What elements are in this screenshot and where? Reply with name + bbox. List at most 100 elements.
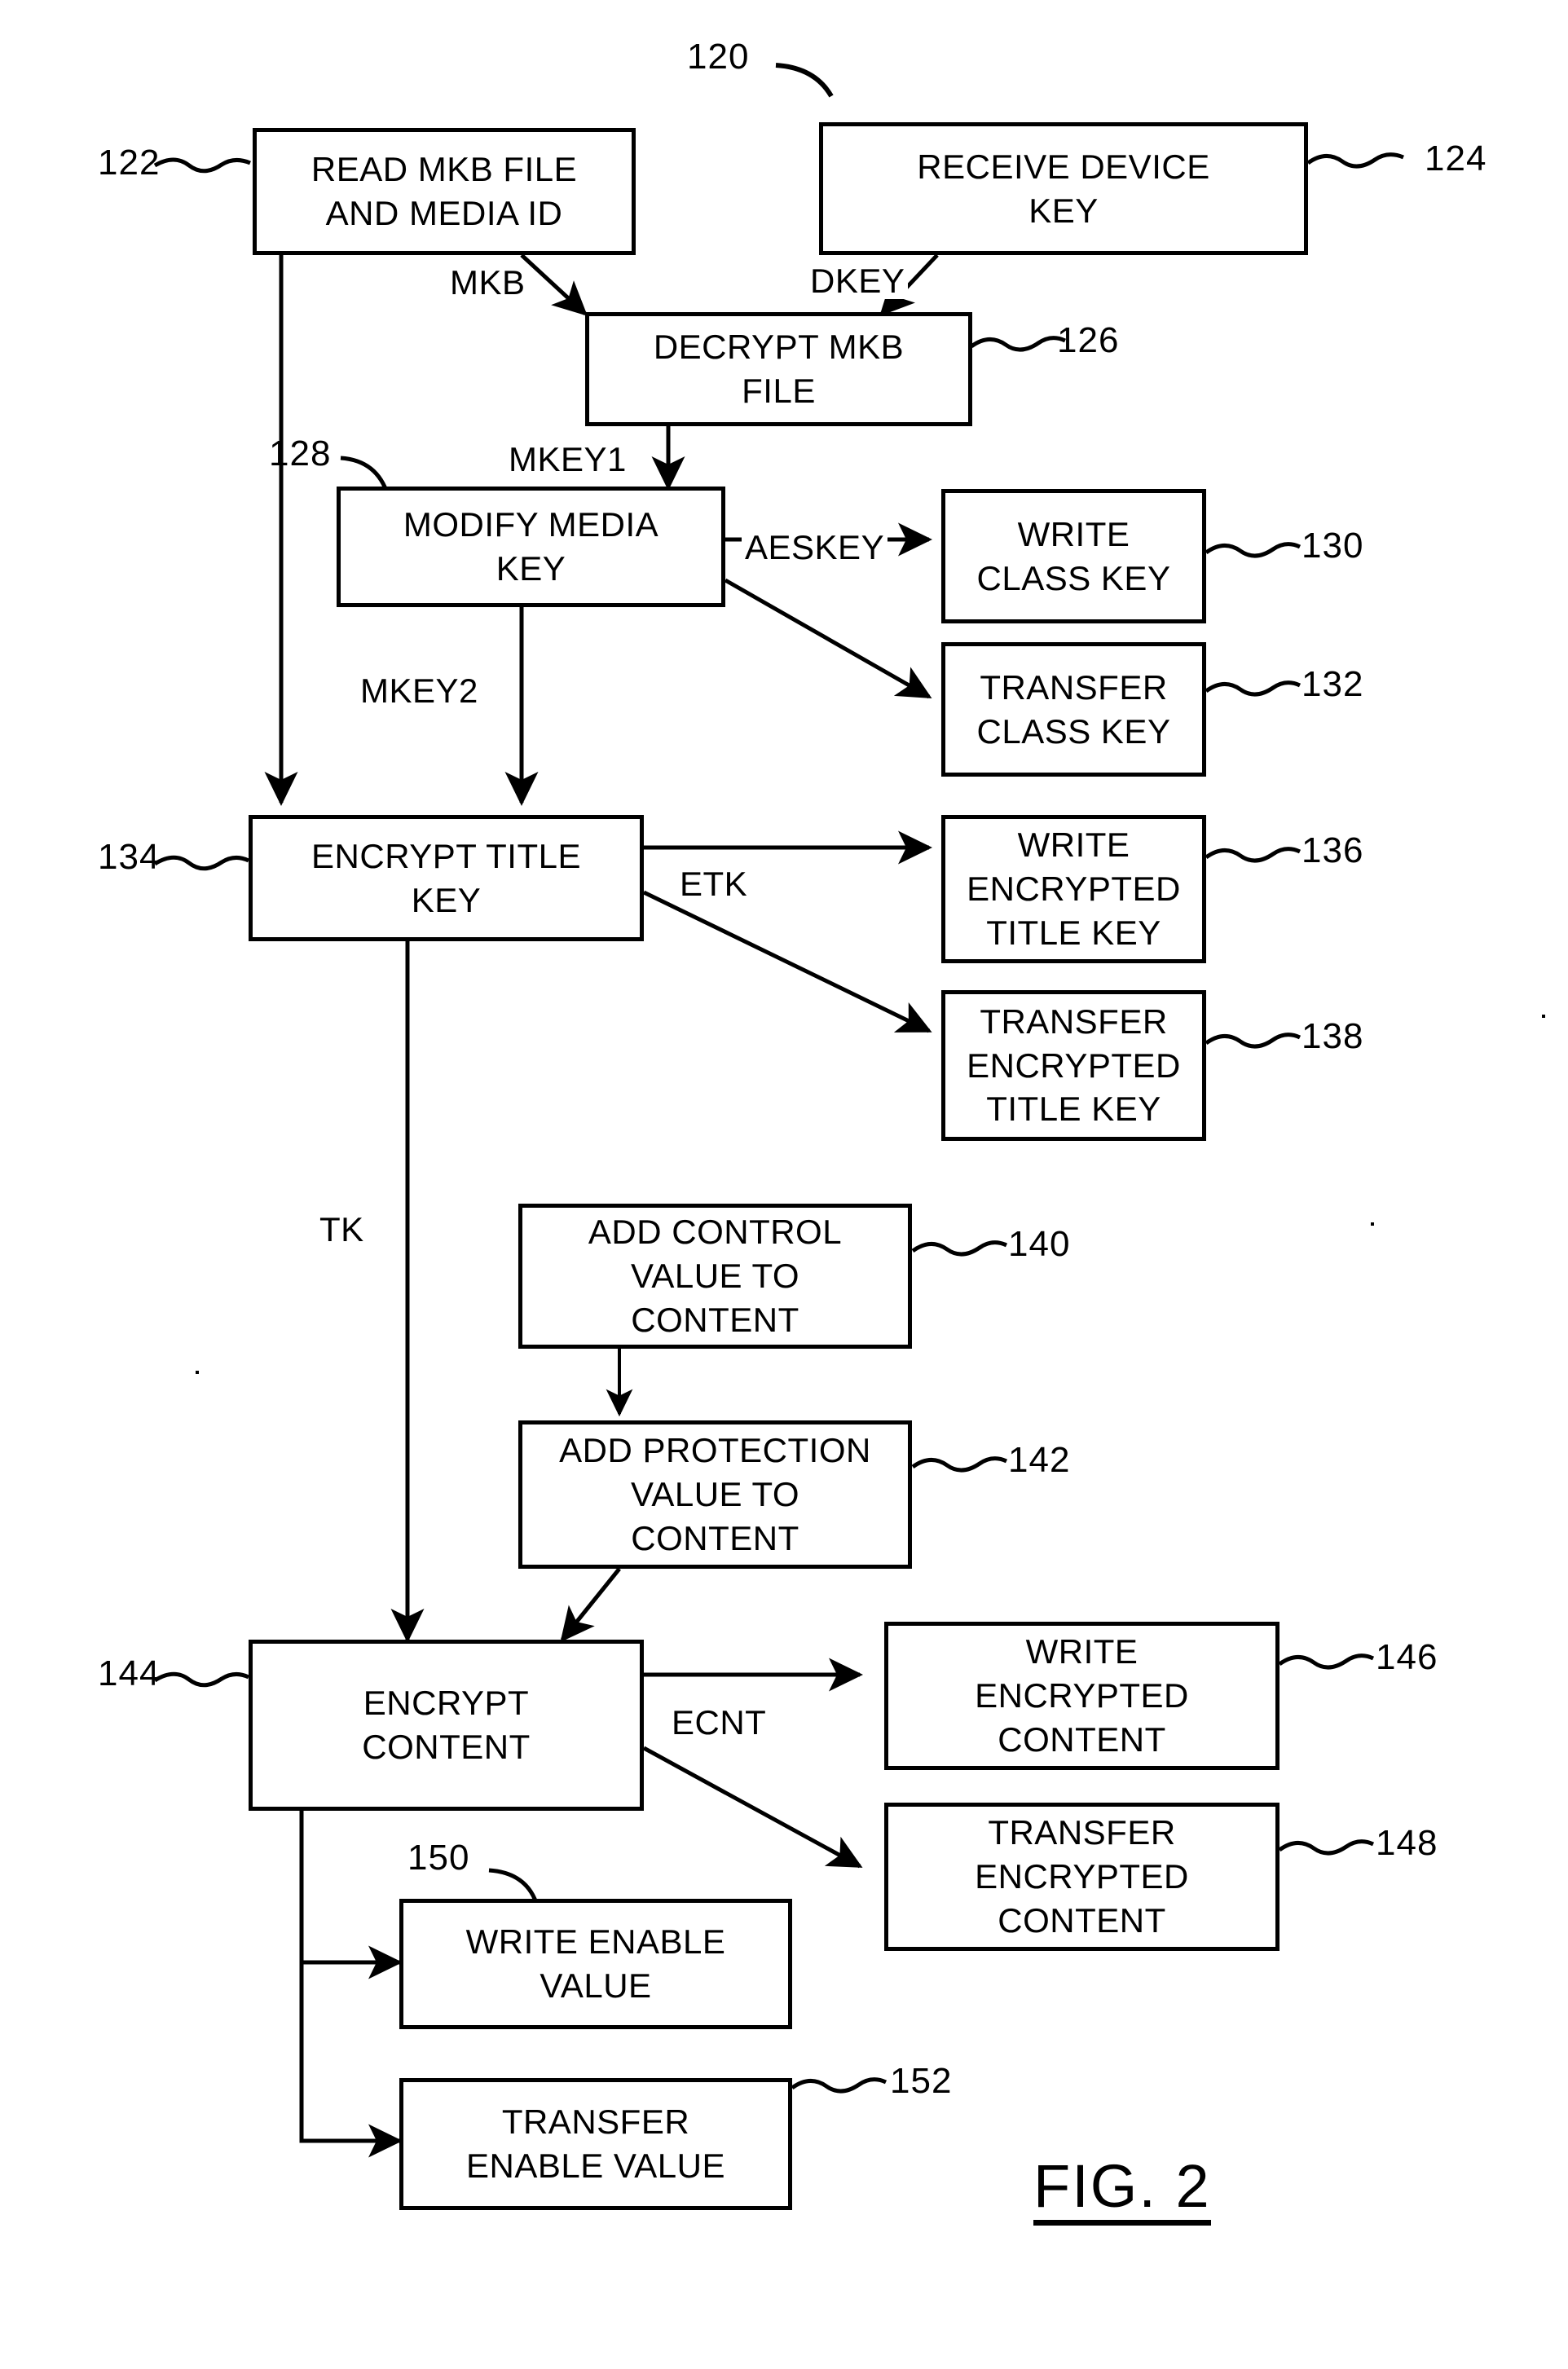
ref-numeral-146: 146 <box>1376 1637 1438 1677</box>
node-140-line3: CONTENT <box>631 1300 799 1339</box>
edge-144-150 <box>299 1811 403 1979</box>
edge-label-mkey2: MKEY2 <box>357 673 482 709</box>
node-136-line1: WRITE <box>1017 826 1130 865</box>
node-124-line1: RECEIVE DEVICE <box>917 147 1210 186</box>
node-136-line2: ENCRYPTED <box>967 870 1181 909</box>
node-152-line1: TRANSFER <box>501 2103 690 2142</box>
node-transfer-enable-value[interactable]: TRANSFER ENABLE VALUE <box>399 2078 792 2210</box>
ref-numeral-126: 126 <box>1057 320 1120 360</box>
lead-line-120 <box>775 63 834 98</box>
lead-line-126 <box>970 336 1067 352</box>
node-146-line3: CONTENT <box>998 1720 1166 1759</box>
node-130-line2: CLASS KEY <box>976 558 1171 597</box>
node-134-line1: ENCRYPT TITLE <box>311 836 581 875</box>
node-write-class-key[interactable]: WRITE CLASS KEY <box>941 489 1206 623</box>
node-140-line2: VALUE TO <box>630 1257 800 1296</box>
lead-line-134 <box>153 855 250 871</box>
lead-line-152 <box>791 2077 888 2094</box>
edge-label-ecnt: ECNT <box>668 1705 770 1741</box>
edge-128-132 <box>724 578 932 699</box>
edge-label-etk: ETK <box>676 866 751 902</box>
lead-line-144 <box>153 1671 250 1688</box>
edge-label-dkey: DKEY <box>807 263 909 299</box>
node-144-line1: ENCRYPT <box>363 1684 530 1723</box>
lead-line-122 <box>153 157 251 174</box>
node-150-line1: WRITE ENABLE <box>465 1922 726 1962</box>
node-read-mkb-file-and-media-id[interactable]: READ MKB FILE AND MEDIA ID <box>253 128 636 255</box>
scan-speck <box>1542 1015 1545 1018</box>
node-146-line2: ENCRYPTED <box>975 1676 1189 1715</box>
edge-label-mkb: MKB <box>447 265 529 301</box>
node-144-line2: CONTENT <box>362 1728 531 1766</box>
ref-numeral-124: 124 <box>1425 139 1487 178</box>
node-146-line1: WRITE <box>1025 1632 1139 1671</box>
lead-line-130 <box>1205 542 1302 558</box>
ref-numeral-132: 132 <box>1302 664 1364 704</box>
edge-label-aeskey: AESKEY <box>742 530 888 566</box>
node-148-line2: ENCRYPTED <box>975 1857 1189 1896</box>
node-add-control-value-to-content[interactable]: ADD CONTROL VALUE TO CONTENT <box>518 1204 912 1349</box>
node-add-protection-value-to-content[interactable]: ADD PROTECTION VALUE TO CONTENT <box>518 1420 912 1569</box>
node-encrypt-content[interactable]: ENCRYPT CONTENT <box>249 1640 644 1811</box>
patent-figure-page: READ MKB FILE AND MEDIA ID RECEIVE DEVIC… <box>0 0 1568 2369</box>
node-138-line3: TITLE KEY <box>986 1090 1161 1129</box>
node-130-line1: WRITE <box>1017 514 1130 553</box>
ref-numeral-128: 128 <box>269 434 332 473</box>
node-encrypt-title-key[interactable]: ENCRYPT TITLE KEY <box>249 815 644 941</box>
node-150-line2: VALUE <box>540 1966 652 2005</box>
edge-122-126 <box>520 253 588 316</box>
ref-numeral-148: 148 <box>1376 1823 1438 1863</box>
lead-line-146 <box>1278 1653 1375 1670</box>
node-148-line1: TRANSFER <box>988 1813 1176 1852</box>
ref-numeral-136: 136 <box>1302 830 1364 870</box>
lead-line-136 <box>1205 847 1302 863</box>
edge-label-tk: TK <box>316 1212 368 1248</box>
lead-line-142 <box>911 1456 1008 1473</box>
ref-numeral-150: 150 <box>407 1838 470 1878</box>
node-132-line2: CLASS KEY <box>976 711 1171 751</box>
node-write-encrypted-content[interactable]: WRITE ENCRYPTED CONTENT <box>884 1622 1280 1770</box>
node-128-line1: MODIFY MEDIA <box>403 505 659 544</box>
node-132-line1: TRANSFER <box>980 667 1168 707</box>
node-transfer-encrypted-title-key[interactable]: TRANSFER ENCRYPTED TITLE KEY <box>941 990 1206 1141</box>
figure-label: FIG. 2 <box>1033 2156 1211 2226</box>
node-138-line2: ENCRYPTED <box>967 1046 1181 1085</box>
scan-speck <box>196 1371 199 1374</box>
node-140-line1: ADD CONTROL <box>588 1213 843 1252</box>
ref-numeral-134: 134 <box>98 837 161 877</box>
node-142-line1: ADD PROTECTION <box>559 1431 871 1470</box>
lead-line-124 <box>1306 152 1404 169</box>
node-transfer-encrypted-content[interactable]: TRANSFER ENCRYPTED CONTENT <box>884 1803 1280 1951</box>
node-122-line2: AND MEDIA ID <box>325 194 563 232</box>
ref-numeral-144: 144 <box>98 1653 161 1693</box>
edge-134-138 <box>642 890 932 1033</box>
edge-142-144 <box>560 1567 621 1643</box>
node-138-line1: TRANSFER <box>980 1002 1168 1041</box>
node-126-line1: DECRYPT MKB <box>653 328 905 367</box>
node-136-line3: TITLE KEY <box>986 913 1161 952</box>
ref-numeral-120: 120 <box>687 37 750 77</box>
ref-numeral-138: 138 <box>1302 1016 1364 1056</box>
lead-line-148 <box>1278 1839 1375 1856</box>
node-decrypt-mkb-file[interactable]: DECRYPT MKB FILE <box>585 312 972 426</box>
scan-speck <box>1371 1222 1374 1226</box>
edge-144-148 <box>642 1746 863 1869</box>
node-122-line1: READ MKB FILE <box>311 150 578 189</box>
lead-line-138 <box>1205 1033 1302 1049</box>
edge-144-152 <box>299 1962 403 2158</box>
node-transfer-class-key[interactable]: TRANSFER CLASS KEY <box>941 642 1206 777</box>
node-128-line2: KEY <box>496 549 566 588</box>
node-write-encrypted-title-key[interactable]: WRITE ENCRYPTED TITLE KEY <box>941 815 1206 963</box>
node-write-enable-value[interactable]: WRITE ENABLE VALUE <box>399 1899 792 2029</box>
ref-numeral-140: 140 <box>1008 1224 1071 1264</box>
node-modify-media-key[interactable]: MODIFY MEDIA KEY <box>337 487 725 607</box>
lead-line-150 <box>488 1868 539 1904</box>
ref-numeral-152: 152 <box>890 2061 953 2101</box>
node-142-line3: CONTENT <box>631 1518 799 1557</box>
node-124-line2: KEY <box>1028 191 1099 230</box>
lead-line-140 <box>911 1240 1008 1257</box>
ref-numeral-122: 122 <box>98 143 161 183</box>
node-receive-device-key[interactable]: RECEIVE DEVICE KEY <box>819 122 1308 255</box>
node-148-line3: CONTENT <box>998 1900 1166 1940</box>
node-134-line2: KEY <box>411 880 482 919</box>
